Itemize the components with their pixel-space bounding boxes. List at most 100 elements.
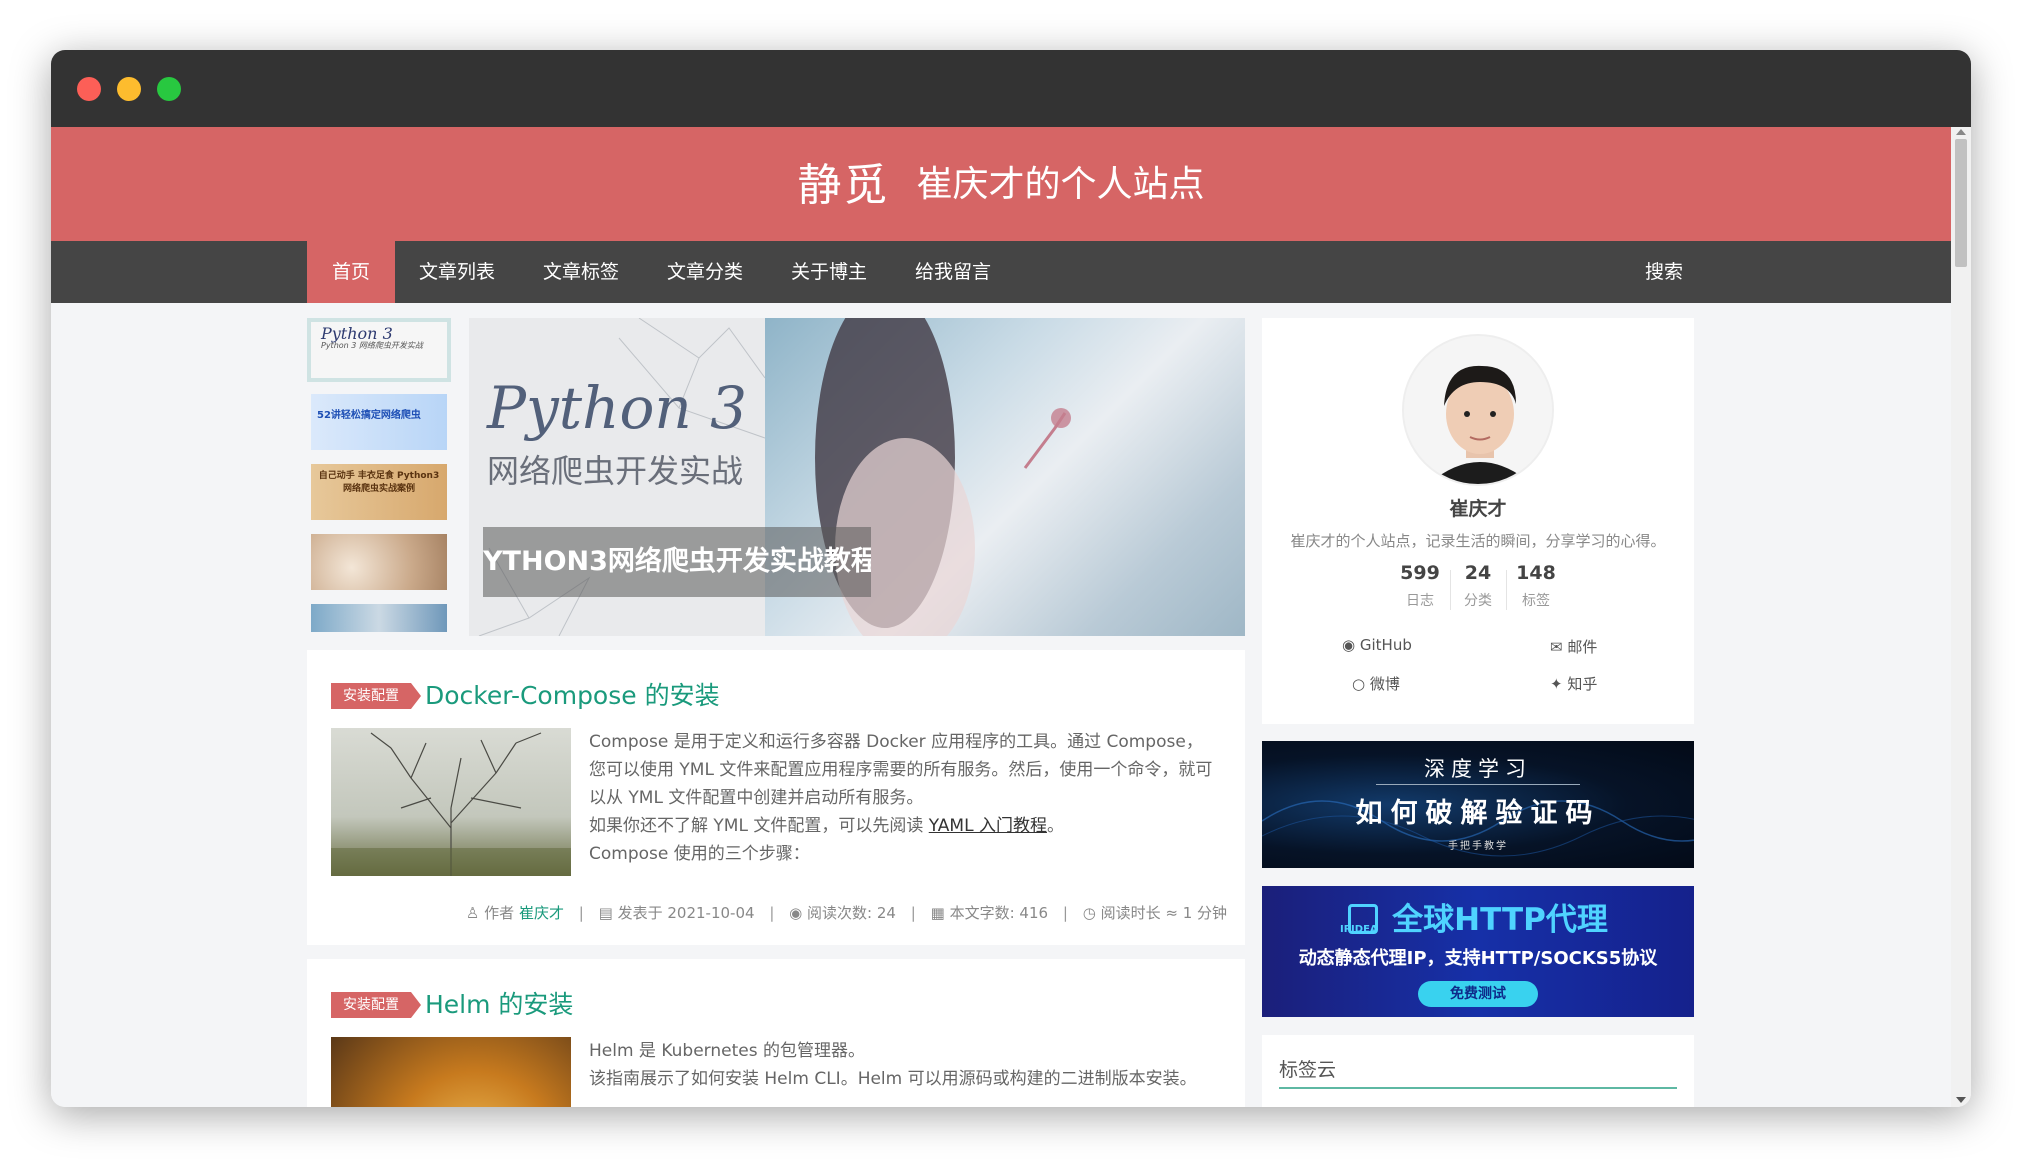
tag-cloud-widget: 标签云 (1262, 1035, 1694, 1107)
weibo-icon: ○ (1352, 675, 1366, 693)
post-excerpt-line2: 该指南展示了如何安装 Helm CLI。Helm 可以用源码或构建的二进制版本安… (589, 1069, 1197, 1089)
carousel-thumb-2-text: 52讲轻松搞定网络爬虫 (311, 394, 447, 450)
site-header: 静觅 崔庆才的个人站点 (51, 127, 1951, 241)
post-excerpt: Compose 是用于定义和运行多容器 Docker 应用程序的工具。通过 Co… (589, 728, 1219, 868)
post-thumbnail-tree (331, 732, 571, 876)
carousel-thumb-1-text: Python 3 网络爬虫开发实战 (321, 341, 423, 350)
zhihu-link[interactable]: ✦ 知乎 (1550, 673, 1597, 694)
post-views: 24 (876, 904, 896, 922)
carousel-thumb-3-text: 自己动手 丰衣足食 Python3网络爬虫实战案例 (311, 464, 447, 520)
ad-captcha-divider (1376, 784, 1580, 785)
browser-window: 静觅 崔庆才的个人站点 首页 文章列表 文章标签 文章分类 关于博主 给我留言 … (51, 50, 1971, 1107)
email-link-label: 邮件 (1567, 638, 1598, 656)
ad-captcha-line3: 手把手教学 (1448, 841, 1508, 852)
weibo-link[interactable]: ○ 微博 (1352, 673, 1400, 694)
ad-banner-proxy[interactable]: 全球HTTP代理 IPIDEA 动态静态代理IP，支持HTTP/SOCKS5协议… (1262, 886, 1694, 1017)
post-meta-time-label: 阅读时长 ≈ (1100, 904, 1178, 922)
ad-captcha-line2: 如何破解验证码 (1355, 798, 1601, 829)
post-thumbnail[interactable] (331, 728, 571, 876)
post-meta-views-label: 阅读次数: (807, 904, 873, 922)
zhihu-link-label: 知乎 (1567, 675, 1598, 693)
post-title[interactable]: Docker-Compose 的安装 (425, 676, 720, 712)
email-link[interactable]: ✉ 邮件 (1550, 636, 1597, 657)
post-meta: ♙ 作者 崔庆才 | ▤ 发表于 2021-10-04 | ◉ 阅读次数: 24… (465, 904, 1227, 922)
post-thumbnail[interactable] (331, 1037, 571, 1107)
nav-item-home[interactable]: 首页 (307, 241, 395, 303)
magic-wand-icon: ✦ (1550, 675, 1563, 693)
carousel-thumb-5-image (311, 604, 447, 632)
eye-icon: ◉ (789, 904, 803, 922)
site-title[interactable]: 静觅 崔庆才的个人站点 (51, 149, 1951, 213)
tag-cloud-title: 标签云 (1279, 1059, 1337, 1081)
scroll-up-icon[interactable] (1956, 129, 1966, 135)
carousel-thumb-4[interactable] (307, 530, 451, 594)
user-icon: ♙ (465, 904, 480, 922)
post-meta-author-label: 作者 (484, 904, 515, 922)
post-excerpt-line1: Compose 是用于定义和运行多容器 Docker 应用程序的工具。通过 Co… (589, 732, 1213, 808)
carousel-thumb-5[interactable] (307, 600, 451, 636)
stat-categories-label: 分类 (1464, 593, 1492, 609)
slide-cover-subtitle: 网络爬虫开发实战 (487, 452, 744, 490)
maximize-window-button[interactable] (157, 77, 181, 101)
carousel-active-slide[interactable]: Python 3 网络爬虫开发实战 YTHON3网络爬虫开发实战教程 (469, 318, 1245, 636)
close-window-button[interactable] (77, 77, 101, 101)
post-excerpt-line1: Helm 是 Kubernetes 的包管理器。 (589, 1041, 865, 1061)
stat-posts-label: 日志 (1406, 593, 1434, 609)
main-nav: 首页 文章列表 文章标签 文章分类 关于博主 给我留言 搜索 (51, 241, 1951, 303)
featured-carousel: Python 3 Python 3 网络爬虫开发实战 52讲轻松搞定网络爬虫 自… (307, 318, 1245, 636)
carousel-thumb-2[interactable]: 52讲轻松搞定网络爬虫 (307, 390, 451, 454)
nav-item-guestbook[interactable]: 给我留言 (891, 241, 1015, 303)
site-name[interactable]: 静觅 (797, 160, 889, 211)
post-category-tag[interactable]: 安装配置 (331, 683, 421, 709)
ad-proxy-line1: 全球HTTP代理 (1392, 902, 1608, 938)
post-excerpt-line2-suffix: 。 (1046, 816, 1064, 836)
free-trial-button[interactable]: 免费测试 (1418, 981, 1538, 1007)
post-word-count: 416 (1019, 904, 1049, 922)
post-excerpt-line3: Compose 使用的三个步骤： (589, 844, 810, 864)
nav-item-about[interactable]: 关于博主 (767, 241, 891, 303)
nav-search-button[interactable]: 搜索 (1621, 241, 1707, 303)
avatar-portrait (1404, 336, 1552, 484)
carousel-thumb-4-image (311, 534, 447, 590)
github-link[interactable]: ◉ GitHub (1342, 636, 1412, 654)
stat-tags-label: 标签 (1522, 593, 1550, 609)
yaml-tutorial-link[interactable]: YAML 入门教程 (929, 816, 1047, 836)
ad-proxy-logo-text: IPIDEA (1340, 924, 1378, 935)
avatar[interactable] (1402, 334, 1554, 486)
nav-item-tags[interactable]: 文章标签 (519, 241, 643, 303)
nav-item-categories[interactable]: 文章分类 (643, 241, 767, 303)
stat-tags[interactable]: 148 标签 (1506, 562, 1566, 610)
scroll-down-icon[interactable] (1956, 1097, 1966, 1103)
author-profile-card: 崔庆才 崔庆才的个人站点，记录生活的瞬间，分享学习的心得。 599 日志 24 … (1262, 318, 1694, 724)
file-icon: ▦ (930, 904, 945, 922)
stat-categories[interactable]: 24 分类 (1448, 562, 1508, 610)
carousel-thumb-1[interactable]: Python 3 Python 3 网络爬虫开发实战 (307, 318, 451, 382)
tag-cloud-divider (1279, 1087, 1677, 1089)
ad-captcha-line1: 深度学习 (1424, 757, 1532, 781)
post-meta-words-label: 本文字数: (949, 904, 1015, 922)
minimize-window-button[interactable] (117, 77, 141, 101)
weibo-link-label: 微博 (1369, 675, 1400, 693)
post-meta-date-label: 发表于 (617, 904, 663, 922)
post-author-link[interactable]: 崔庆才 (519, 904, 564, 922)
stat-tags-value: 148 (1516, 562, 1556, 584)
github-icon: ◉ (1342, 636, 1356, 654)
nav-item-articles[interactable]: 文章列表 (395, 241, 519, 303)
post-category-tag[interactable]: 安装配置 (331, 992, 421, 1018)
ad-banner-captcha[interactable]: 深度学习 如何破解验证码 手把手教学 (1262, 741, 1694, 868)
post-date: 2021-10-04 (667, 904, 755, 922)
stat-posts[interactable]: 599 日志 (1390, 562, 1450, 610)
post-excerpt: Helm 是 Kubernetes 的包管理器。 该指南展示了如何安装 Helm… (589, 1037, 1219, 1093)
author-name: 崔庆才 (1449, 498, 1507, 520)
site-subtitle: 崔庆才的个人站点 (916, 164, 1205, 205)
post-read-time: 1 分钟 (1182, 904, 1227, 922)
stat-categories-value: 24 (1464, 562, 1492, 584)
post-excerpt-line2-prefix: 如果你还不了解 YML 文件配置，可以先阅读 (589, 816, 929, 836)
carousel-thumb-3[interactable]: 自己动手 丰衣足食 Python3网络爬虫实战案例 (307, 460, 451, 524)
github-link-label: GitHub (1359, 636, 1412, 654)
slide-caption[interactable]: YTHON3网络爬虫开发实战教程 (483, 527, 871, 597)
slide-cover-title: Python 3 (487, 374, 748, 442)
scrollbar-thumb[interactable] (1955, 139, 1967, 267)
post-title[interactable]: Helm 的安装 (425, 985, 573, 1021)
page-scrollbar[interactable] (1951, 127, 1971, 1107)
